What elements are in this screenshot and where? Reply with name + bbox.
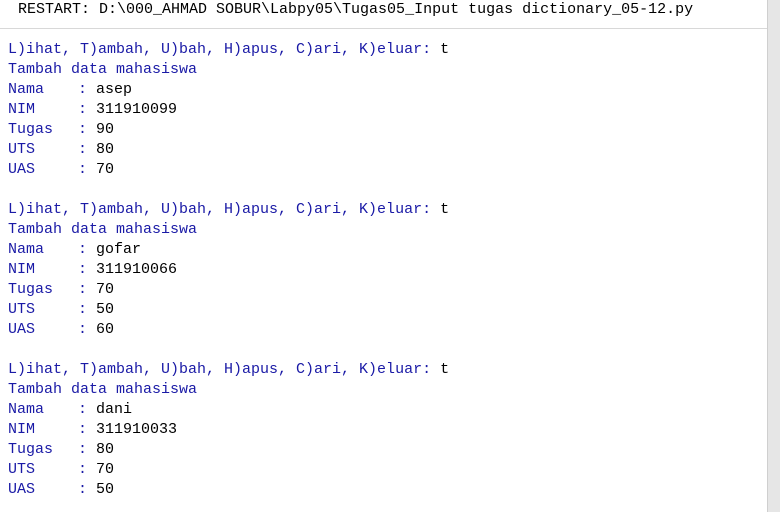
field-colon: : [78,421,97,438]
field-row-nama: Nama: gofar [8,240,449,260]
field-value: 50 [96,301,115,318]
field-label: Nama [8,401,45,418]
field-label: UAS [8,161,36,178]
python-shell-output[interactable]: RESTART: D:\000_AHMAD SOBUR\Labpy05\Tuga… [0,0,768,512]
field-colon: : [78,121,97,138]
field-value: 311910066 [96,261,178,278]
menu-prompt: L)ihat, T)ambah, U)bah, H)apus, C)ari, K… [8,41,441,58]
field-value: 311910099 [96,101,178,118]
field-colon: : [78,101,97,118]
field-colon: : [78,261,97,278]
field-value: 70 [96,461,115,478]
field-row-nim: NIM: 311910099 [8,100,449,120]
field-row-uts: UTS: 50 [8,300,449,320]
field-colon: : [78,281,97,298]
field-row-uas: UAS: 60 [8,320,449,340]
menu-prompt-line: L)ihat, T)ambah, U)bah, H)apus, C)ari, K… [8,200,449,220]
field-label: UAS [8,321,36,338]
field-value: 70 [96,161,115,178]
field-label: NIM [8,261,36,278]
field-value: 60 [96,321,115,338]
input-session-2: L)ihat, T)ambah, U)bah, H)apus, C)ari, K… [8,200,449,340]
field-value: dani [96,401,133,418]
field-label: Tugas [8,121,54,138]
menu-prompt-line: L)ihat, T)ambah, U)bah, H)apus, C)ari, K… [8,40,449,60]
field-value: 80 [96,441,115,458]
restart-divider [0,28,768,29]
field-value: asep [96,81,133,98]
field-row-uts: UTS: 70 [8,460,449,480]
section-header: Tambah data mahasiswa [8,61,198,78]
field-label: UTS [8,301,36,318]
field-label: NIM [8,421,36,438]
field-row-tugas: Tugas: 90 [8,120,449,140]
field-colon: : [78,461,97,478]
field-colon: : [78,81,97,98]
input-session-3: L)ihat, T)ambah, U)bah, H)apus, C)ari, K… [8,360,449,500]
field-row-tugas: Tugas: 70 [8,280,449,300]
field-row-nim: NIM: 311910066 [8,260,449,280]
field-row-nama: Nama: dani [8,400,449,420]
field-value: 50 [96,481,115,498]
restart-line: RESTART: D:\000_AHMAD SOBUR\Labpy05\Tuga… [18,1,694,18]
menu-prompt: L)ihat, T)ambah, U)bah, H)apus, C)ari, K… [8,361,441,378]
field-label: Nama [8,241,45,258]
menu-choice: t [440,201,450,218]
field-colon: : [78,481,97,498]
menu-prompt: L)ihat, T)ambah, U)bah, H)apus, C)ari, K… [8,201,441,218]
field-row-uts: UTS: 80 [8,140,449,160]
menu-prompt-line: L)ihat, T)ambah, U)bah, H)apus, C)ari, K… [8,360,449,380]
field-label: UTS [8,461,36,478]
menu-choice: t [440,41,450,58]
field-label: UAS [8,481,36,498]
field-value: 90 [96,121,115,138]
field-colon: : [78,301,97,318]
field-row-nama: Nama: asep [8,80,449,100]
field-label: Nama [8,81,45,98]
field-label: Tugas [8,441,54,458]
field-value: gofar [96,241,142,258]
field-colon: : [78,241,97,258]
section-header: Tambah data mahasiswa [8,381,198,398]
field-label: Tugas [8,281,54,298]
section-header: Tambah data mahasiswa [8,221,198,238]
field-colon: : [78,161,97,178]
field-label: UTS [8,141,36,158]
menu-choice: t [440,361,450,378]
field-row-uas: UAS: 70 [8,160,449,180]
field-value: 80 [96,141,115,158]
field-row-uas: UAS: 50 [8,480,449,500]
field-value: 70 [96,281,115,298]
field-colon: : [78,141,97,158]
field-colon: : [78,441,97,458]
field-colon: : [78,321,97,338]
vertical-scrollbar[interactable] [767,0,780,512]
field-row-tugas: Tugas: 80 [8,440,449,460]
field-row-nim: NIM: 311910033 [8,420,449,440]
field-colon: : [78,401,97,418]
input-session-1: L)ihat, T)ambah, U)bah, H)apus, C)ari, K… [8,40,449,180]
field-label: NIM [8,101,36,118]
field-value: 311910033 [96,421,178,438]
